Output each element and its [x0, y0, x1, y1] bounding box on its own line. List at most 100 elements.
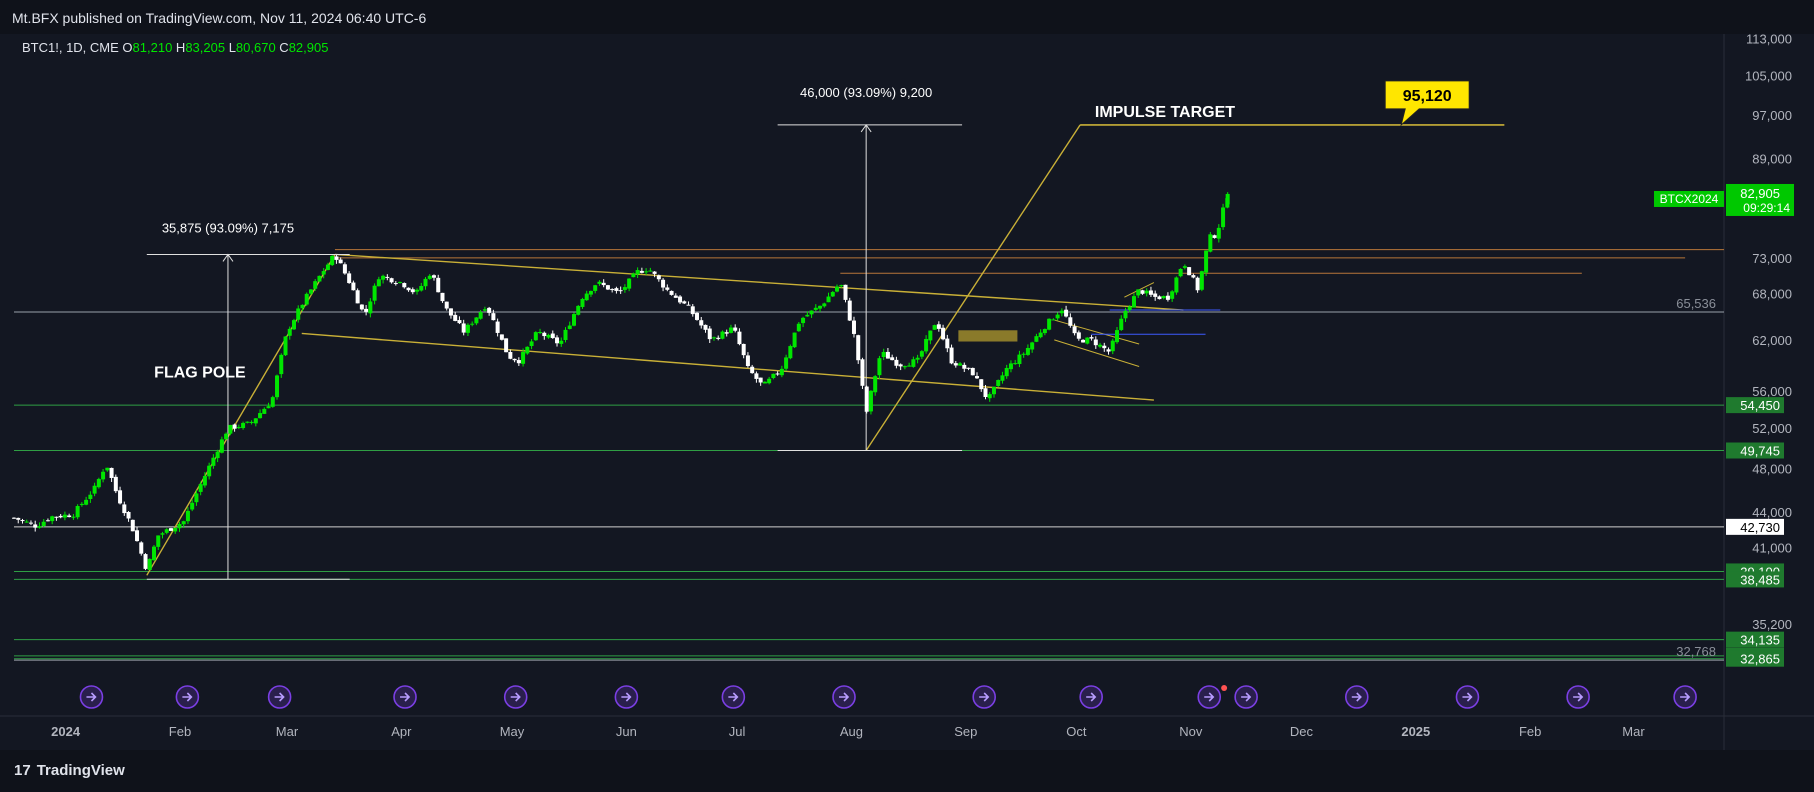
- candle-body: [563, 329, 568, 340]
- candle-body: [185, 510, 190, 522]
- candle-body: [571, 314, 576, 326]
- y-tick-label: 44,000: [1752, 505, 1792, 520]
- candle-body: [1208, 234, 1213, 252]
- candle-body: [62, 514, 67, 518]
- candle-body: [843, 284, 848, 300]
- candle-body: [58, 515, 63, 518]
- candle-body: [928, 330, 933, 341]
- candle-body: [533, 332, 538, 341]
- candle-body: [448, 308, 453, 316]
- x-tick-label: Apr: [391, 724, 412, 739]
- candle-body: [775, 373, 780, 375]
- candle-body: [542, 332, 547, 337]
- y-tick-label: 97,000: [1752, 108, 1792, 123]
- candle-body: [983, 388, 988, 398]
- x-tick-label: Feb: [1519, 724, 1541, 739]
- candle-body: [847, 300, 852, 321]
- candle-body: [181, 521, 186, 525]
- publisher-line: Mt.BFX published on TradingView.com, Nov…: [12, 10, 427, 26]
- candle-body: [101, 471, 106, 480]
- candle-body: [728, 327, 733, 333]
- candle-body: [627, 278, 632, 289]
- event-alert-dot: [1221, 685, 1228, 691]
- candle-body: [754, 373, 759, 379]
- candle-body: [614, 288, 619, 291]
- countdown-text: 09:29:14: [1743, 201, 1790, 215]
- candle-body: [584, 293, 589, 301]
- candle-body: [1119, 318, 1124, 330]
- price-label-text: 54,450: [1740, 398, 1780, 413]
- candle-body: [249, 421, 254, 423]
- candle-body: [334, 256, 339, 260]
- candle-body: [474, 317, 479, 324]
- candle-body: [1204, 250, 1209, 273]
- consolidation-box: [958, 330, 1018, 342]
- candle-body: [915, 357, 920, 360]
- candle-body: [631, 273, 636, 278]
- candle-body: [1034, 336, 1039, 342]
- candle-body: [415, 289, 420, 292]
- candle-body: [266, 406, 271, 409]
- candle-body: [287, 328, 292, 336]
- candle-body: [1068, 317, 1073, 326]
- candle-body: [258, 413, 263, 419]
- candle-body: [1081, 339, 1086, 343]
- candle-body: [1115, 330, 1120, 343]
- candle-body: [1030, 342, 1035, 350]
- x-tick-label: Sep: [954, 724, 977, 739]
- candle-body: [338, 259, 343, 264]
- candle-body: [1187, 267, 1192, 276]
- candle-body: [457, 320, 462, 324]
- candle-body: [504, 338, 509, 353]
- candle-body: [1089, 337, 1094, 339]
- tradingview-brand[interactable]: 17 TradingView: [14, 762, 125, 779]
- candle-body: [453, 314, 458, 321]
- candle-body: [639, 270, 644, 273]
- candle-body: [1153, 293, 1158, 297]
- candle-body: [1093, 339, 1098, 346]
- candle-body: [1174, 277, 1179, 293]
- candle-body: [1127, 306, 1132, 310]
- candle-body: [546, 334, 551, 338]
- x-tick-label: Oct: [1066, 724, 1087, 739]
- candle-body: [1195, 277, 1200, 291]
- candle-body: [1064, 309, 1069, 317]
- candle-body: [279, 354, 284, 375]
- price-label-text: 38,485: [1740, 572, 1780, 587]
- ohlc-legend[interactable]: BTC1!, 1D, CME O81,210 H83,205 L80,670 C…: [22, 40, 328, 55]
- candle-body: [45, 520, 50, 522]
- candle-body: [143, 554, 148, 569]
- price-chart[interactable]: 35,875 (93.09%) 7,175 46,000 (93.09%) 9,2…: [0, 31, 1814, 750]
- candle-body: [291, 320, 296, 330]
- candle-body: [168, 528, 173, 531]
- x-tick-label: 2024: [51, 724, 81, 739]
- candle-body: [241, 422, 246, 429]
- candle-body: [423, 278, 428, 287]
- candle-body: [1140, 290, 1145, 294]
- chart-header: Mt.BFX published on TradingView.com, Nov…: [0, 0, 1814, 34]
- candle-body: [605, 285, 610, 290]
- candle-body: [1165, 295, 1170, 300]
- candle-body: [830, 292, 835, 297]
- candle-body: [529, 341, 534, 347]
- candle-body: [953, 363, 958, 366]
- candle-body: [355, 290, 360, 304]
- candle-body: [470, 323, 475, 325]
- chart-area[interactable]: 35,875 (93.09%) 7,175 46,000 (93.09%) 9,2…: [0, 31, 1814, 750]
- candle-body: [813, 307, 818, 310]
- candle-body: [1042, 329, 1047, 334]
- candle-body: [283, 336, 288, 356]
- candle-body: [368, 301, 373, 314]
- candle-body: [1047, 318, 1052, 330]
- candle-body: [402, 283, 407, 288]
- candle-body: [147, 558, 152, 571]
- candle-body: [245, 421, 250, 423]
- candle-body: [686, 304, 691, 306]
- candle-body: [364, 308, 369, 312]
- ohlc-part: 81,210: [133, 40, 173, 55]
- candle-body: [1144, 290, 1149, 294]
- candle-body: [118, 490, 123, 504]
- candle-body: [495, 321, 500, 333]
- candle-body: [1013, 363, 1018, 365]
- level-label-65536: 65,536: [1676, 296, 1716, 311]
